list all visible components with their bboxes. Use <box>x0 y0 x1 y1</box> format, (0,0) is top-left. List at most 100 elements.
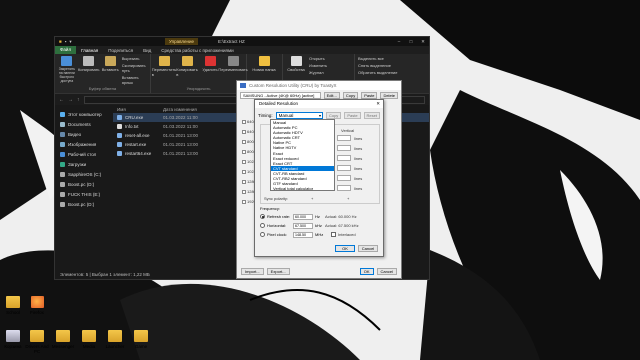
desktop-icon-firefox[interactable]: Firefox <box>24 296 50 315</box>
new-folder-icon <box>258 56 270 66</box>
edit-button[interactable]: Изменить <box>309 63 349 68</box>
cru-edit-button[interactable]: Edit... <box>323 92 340 99</box>
timing-paste-button[interactable]: Paste <box>344 112 361 119</box>
nav-item-drive-c[interactable]: SapphireOS (C:) <box>55 169 111 179</box>
drive-icon <box>60 201 65 207</box>
pixel-clock-radio[interactable] <box>260 232 265 237</box>
nav-item-drive-d-2[interactable]: Boost.pc (D:) <box>55 199 111 209</box>
back-arrow-icon[interactable]: ← <box>59 97 64 103</box>
monitor-select[interactable]: SAMSUNG - Active (4K@ 60Hz) [active] <box>240 92 321 99</box>
copy-path-button[interactable]: Скопировать путь <box>122 63 147 73</box>
tab-share[interactable]: Поделиться <box>103 48 138 53</box>
rename-button[interactable]: Переименовать <box>218 56 248 77</box>
nav-item-desktop[interactable]: Рабочий стол <box>55 149 111 159</box>
pin-quick-access-button[interactable]: Закрепить на панели быстрого доступа <box>58 56 76 85</box>
pixel-clock-row: Pixel clock: 148.50 MHz Interlaced <box>260 230 380 239</box>
new-folder-button[interactable]: Новая папка <box>250 56 278 72</box>
vertical-active-field[interactable] <box>337 135 351 141</box>
maximize-button[interactable]: □ <box>405 39 417 45</box>
invert-selection-button[interactable]: Обратить выделение <box>358 70 426 75</box>
nav-item-documents[interactable]: Documents <box>55 119 111 129</box>
navigation-pane: Этот компьютер Documents Видео Изображен… <box>55 105 111 270</box>
window-title: E:\Extract HZ <box>218 39 245 44</box>
copy-button[interactable]: Копировать <box>78 56 100 85</box>
vertical-back-porch-field[interactable] <box>337 165 351 171</box>
properties-button[interactable]: Свойства <box>286 56 306 75</box>
cru-ok-button[interactable]: OK <box>359 268 374 275</box>
desktop-icon-game[interactable]: Game <box>128 330 154 349</box>
context-tab-manage[interactable]: Управление <box>165 38 199 45</box>
cut-button[interactable]: Вырезать <box>122 56 147 61</box>
open-button[interactable]: Открыть <box>309 56 349 61</box>
desktop-icon-recycle-bin[interactable]: Корзина <box>0 330 26 349</box>
column-name[interactable]: Имя <box>113 107 163 112</box>
tab-view[interactable]: Вид <box>138 48 156 53</box>
desktop-icon-messenger[interactable]: Messenger <box>50 330 76 349</box>
vertical-total-field[interactable] <box>337 185 351 191</box>
vertical-sync-width-field[interactable] <box>337 155 351 161</box>
drive-icon <box>60 171 65 177</box>
close-button[interactable]: ✕ <box>417 39 429 45</box>
save-icon[interactable]: ▪ <box>65 39 67 45</box>
nav-item-this-pc[interactable]: Этот компьютер <box>55 109 111 119</box>
refresh-rate-radio[interactable] <box>260 214 265 219</box>
folder-icon <box>56 330 70 342</box>
tab-home[interactable]: Главная <box>76 48 103 53</box>
cru-cancel-button[interactable]: Cancel <box>376 268 397 275</box>
ribbon-group-clipboard: Закрепить на панели быстрого доступа Коп… <box>55 54 151 93</box>
timing-copy-button[interactable]: Copy <box>325 112 342 119</box>
desktop-icon-school[interactable]: School <box>0 296 26 315</box>
tab-file[interactable]: Файл <box>55 46 77 54</box>
interlaced-checkbox[interactable] <box>331 232 336 237</box>
history-button[interactable]: Журнал <box>309 70 349 75</box>
video-icon <box>60 131 65 137</box>
refresh-rate-input[interactable]: 60.000 <box>293 213 313 220</box>
nav-item-video[interactable]: Видео <box>55 129 111 139</box>
desktop-icon-launcher[interactable]: Launcher <box>102 330 128 349</box>
text-file-icon <box>117 124 122 129</box>
paste-button[interactable]: Вставить <box>102 56 119 85</box>
dialog-cancel-button[interactable]: Cancel <box>358 245 378 252</box>
move-to-button[interactable]: Переместить в <box>152 56 176 77</box>
select-none-button[interactable]: Снять выделение <box>358 63 426 68</box>
copy-folder-icon <box>181 56 193 66</box>
tab-app-tools[interactable]: Средства работы с приложениями <box>156 48 238 53</box>
pixel-clock-input[interactable]: 148.50 <box>293 231 313 238</box>
timing-option[interactable]: Vertical total calculator <box>271 186 334 191</box>
nav-item-downloads[interactable]: Загрузки <box>55 159 111 169</box>
dialog-ok-button[interactable]: OK <box>335 245 355 252</box>
export-button[interactable]: Export... <box>266 268 290 275</box>
delete-x-icon <box>204 56 216 66</box>
copy-to-button[interactable]: Копировать в <box>176 56 198 77</box>
cru-delete-button[interactable]: Delete <box>380 92 398 99</box>
minimize-button[interactable]: – <box>393 39 405 45</box>
sync-polarity-h[interactable]: + <box>311 196 313 201</box>
select-all-button[interactable]: Выделить все <box>358 56 426 61</box>
nav-item-pictures[interactable]: Изображения <box>55 139 111 149</box>
vertical-blanking-field[interactable] <box>337 175 351 181</box>
delete-button[interactable]: Удалить <box>200 56 220 77</box>
cru-paste-button[interactable]: Paste <box>361 92 378 99</box>
vertical-front-porch-field[interactable] <box>337 145 351 151</box>
up-arrow-icon[interactable]: ↑ <box>77 97 80 103</box>
desktop-icon-media[interactable]: Media <box>76 330 102 349</box>
paste-shortcut-button[interactable]: Вставить ярлык <box>122 75 147 85</box>
close-icon[interactable]: ✕ <box>376 100 380 108</box>
sync-polarity-v[interactable]: + <box>347 196 349 201</box>
timing-dropdown-list: Manual Automatic PC Automatic HDTV Autom… <box>270 119 335 191</box>
folder-icon <box>82 330 96 342</box>
chevron-down-icon[interactable]: ▾ <box>69 39 71 45</box>
forward-arrow-icon[interactable]: → <box>68 97 73 103</box>
cru-copy-button[interactable]: Copy <box>342 92 359 99</box>
timing-select[interactable]: Manual <box>275 112 323 119</box>
drive-icon <box>60 181 65 187</box>
horizontal-freq-radio[interactable] <box>260 223 265 228</box>
nav-item-drive-e[interactable]: FUCK THIS (E:) <box>55 189 111 199</box>
import-button[interactable]: Import... <box>241 268 264 275</box>
desktop-icon-drivers[interactable]: Drivers And PC <box>24 330 50 354</box>
nav-item-drive-d[interactable]: Boost.pc (D:) <box>55 179 111 189</box>
column-date[interactable]: Дата изменения <box>163 107 203 112</box>
horizontal-freq-input[interactable]: 67.500 <box>293 222 313 229</box>
timing-reset-button[interactable]: Reset <box>363 112 380 119</box>
folder-icon[interactable]: ■ <box>59 39 62 45</box>
